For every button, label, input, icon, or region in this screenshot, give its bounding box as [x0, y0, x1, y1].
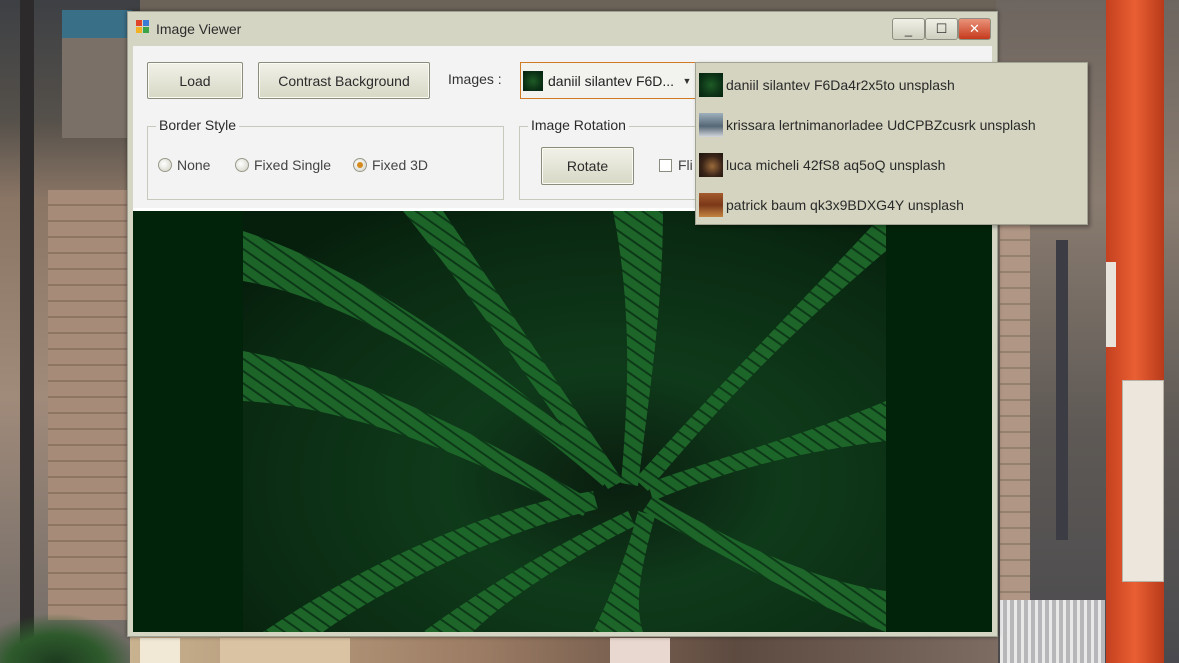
- desktop-wallpaper-left: [0, 0, 140, 663]
- rotate-button[interactable]: Rotate: [541, 147, 634, 185]
- wallpaper-awning: [62, 10, 132, 40]
- wallpaper-sign: [1122, 380, 1164, 582]
- radio-none-label: None: [177, 157, 211, 173]
- wallpaper-post: [20, 0, 34, 663]
- flip-checkbox-label: Fli: [678, 157, 693, 173]
- flip-checkbox[interactable]: Fli: [659, 157, 693, 173]
- rotate-button-label: Rotate: [566, 158, 609, 174]
- wallpaper-sign-small: [1106, 262, 1116, 347]
- contrast-background-button[interactable]: Contrast Background: [258, 62, 430, 99]
- desktop-wallpaper-bottom: [130, 636, 998, 663]
- luca-thumbnail-icon: [699, 153, 723, 177]
- wallpaper-basket: [1000, 600, 1105, 663]
- minimize-icon: _: [904, 21, 913, 37]
- wallpaper-wire: [1056, 240, 1068, 540]
- wallpaper-wood-right: [1000, 225, 1030, 605]
- images-combobox[interactable]: daniil silantev F6D... ▼: [520, 62, 696, 99]
- radio-fixed-3d-label: Fixed 3D: [372, 157, 429, 173]
- wallpaper-tag: [220, 638, 350, 663]
- images-dropdown-list: daniil silantev F6Da4r2x5to unsplash kri…: [695, 62, 1088, 225]
- app-icon: [136, 20, 150, 34]
- radio-fixed-3d[interactable]: Fixed 3D: [353, 157, 428, 173]
- chevron-down-icon[interactable]: ▼: [679, 76, 695, 86]
- border-style-title: Border Style: [156, 117, 240, 133]
- dropdown-item[interactable]: krissara lertnimanorladee UdCPBZcusrk un…: [698, 105, 1085, 145]
- contrast-button-label: Contrast Background: [278, 72, 410, 89]
- dropdown-item-label: krissara lertnimanorladee UdCPBZcusrk un…: [726, 117, 1036, 133]
- close-button[interactable]: ✕: [958, 18, 991, 40]
- image-rotation-title: Image Rotation: [528, 117, 629, 133]
- maximize-icon: ☐: [935, 21, 948, 36]
- wallpaper-shade: [62, 38, 132, 138]
- border-style-group: Border Style None Fixed Single Fixed 3D: [147, 117, 504, 200]
- dropdown-item[interactable]: patrick baum qk3x9BDXG4Y unsplash: [698, 185, 1085, 225]
- wallpaper-wood: [48, 190, 136, 620]
- patrick-thumbnail-icon: [699, 193, 723, 217]
- minimize-button[interactable]: _: [892, 18, 925, 40]
- images-label: Images :: [448, 71, 502, 87]
- load-button-label: Load: [179, 72, 211, 89]
- wallpaper-tag: [140, 638, 180, 663]
- fern-thumbnail-icon: [699, 73, 723, 97]
- radio-fixed-3d-icon: [353, 158, 367, 172]
- krissara-thumbnail-icon: [699, 113, 723, 137]
- close-icon: ✕: [969, 21, 980, 36]
- title-bar[interactable]: Image Viewer _ ☐ ✕: [128, 12, 997, 45]
- radio-fixed-single-label: Fixed Single: [254, 157, 332, 173]
- dropdown-item-label: patrick baum qk3x9BDXG4Y unsplash: [726, 197, 964, 213]
- maximize-button[interactable]: ☐: [925, 18, 958, 40]
- fern-thumbnail-icon: [523, 70, 543, 91]
- window-title: Image Viewer: [156, 21, 242, 37]
- radio-fixed-single[interactable]: Fixed Single: [235, 157, 331, 173]
- picture-box: [133, 211, 992, 632]
- radio-none[interactable]: None: [158, 157, 210, 173]
- wallpaper-tag: [610, 638, 670, 663]
- dropdown-item[interactable]: luca micheli 42fS8 aq5oQ unsplash: [698, 145, 1085, 185]
- radio-fixed-single-icon: [235, 158, 249, 172]
- wallpaper-plant: [0, 613, 140, 663]
- flip-checkbox-icon: [659, 158, 672, 172]
- dropdown-item[interactable]: daniil silantev F6Da4r2x5to unsplash: [698, 65, 1085, 105]
- load-button[interactable]: Load: [147, 62, 243, 99]
- fern-photo: [243, 211, 886, 632]
- images-selected-value: daniil silantev F6D...: [548, 72, 675, 89]
- dropdown-item-label: daniil silantev F6Da4r2x5to unsplash: [726, 77, 955, 93]
- dropdown-item-label: luca micheli 42fS8 aq5oQ unsplash: [726, 157, 946, 173]
- radio-none-icon: [158, 158, 172, 172]
